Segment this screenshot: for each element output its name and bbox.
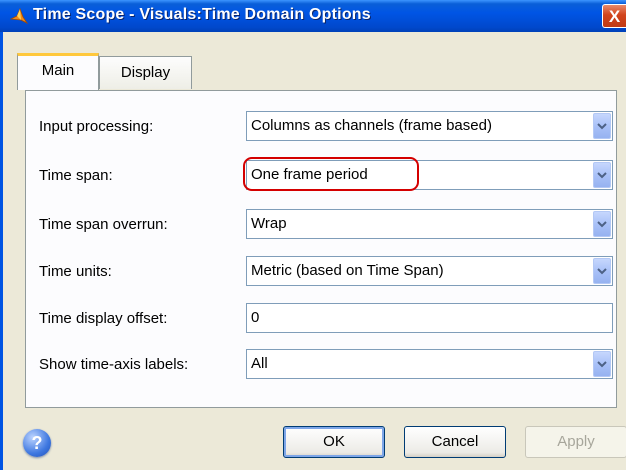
button-bar: ? OK Cancel Apply <box>3 426 626 470</box>
time-span-overrun-value: Wrap <box>251 215 287 232</box>
help-icon[interactable]: ? <box>23 429 51 457</box>
row-time-units: Time units: Metric (based on Time Span) <box>26 256 616 290</box>
row-time-span-overrun: Time span overrun: Wrap <box>26 209 616 243</box>
window-title: Time Scope - Visuals:Time Domain Options <box>33 6 371 23</box>
chevron-down-icon[interactable] <box>593 351 611 377</box>
time-display-offset-value: 0 <box>251 309 260 326</box>
show-time-axis-labels-label: Show time-axis labels: <box>39 356 189 373</box>
time-span-overrun-label: Time span overrun: <box>39 216 168 233</box>
chevron-down-icon[interactable] <box>593 162 611 188</box>
show-time-axis-labels-value: All <box>251 355 268 372</box>
cancel-button[interactable]: Cancel <box>404 426 506 458</box>
time-units-value: Metric (based on Time Span) <box>251 262 444 279</box>
time-units-dropdown[interactable]: Metric (based on Time Span) <box>246 256 613 286</box>
chevron-down-icon[interactable] <box>593 113 611 139</box>
tab-main[interactable]: Main <box>17 53 99 90</box>
ok-button[interactable]: OK <box>283 426 385 458</box>
highlight-annotation <box>243 157 419 191</box>
close-icon: X <box>608 7 621 26</box>
input-processing-dropdown[interactable]: Columns as channels (frame based) <box>246 111 613 141</box>
show-time-axis-labels-dropdown[interactable]: All <box>246 349 613 379</box>
tab-display[interactable]: Display <box>99 56 192 89</box>
chevron-down-icon[interactable] <box>593 258 611 284</box>
row-input-processing: Input processing: Columns as channels (f… <box>26 111 616 145</box>
close-button[interactable]: X <box>602 4 626 28</box>
row-time-span: Time span: One frame period <box>26 157 616 194</box>
matlab-logo-icon <box>10 7 28 24</box>
time-display-offset-input[interactable]: 0 <box>246 303 613 333</box>
time-units-label: Time units: <box>39 263 112 280</box>
title-bar[interactable]: Time Scope - Visuals:Time Domain Options… <box>0 0 626 32</box>
apply-button[interactable]: Apply <box>525 426 626 458</box>
dialog-window: Time Scope - Visuals:Time Domain Options… <box>0 0 626 470</box>
main-panel: Input processing: Columns as channels (f… <box>25 90 617 408</box>
row-time-display-offset: Time display offset: 0 <box>26 303 616 337</box>
input-processing-value: Columns as channels (frame based) <box>251 117 492 134</box>
time-span-overrun-dropdown[interactable]: Wrap <box>246 209 613 239</box>
input-processing-label: Input processing: <box>39 118 154 135</box>
chevron-down-icon[interactable] <box>593 211 611 237</box>
row-show-time-axis-labels: Show time-axis labels: All <box>26 349 616 383</box>
time-span-label: Time span: <box>39 167 113 184</box>
time-display-offset-label: Time display offset: <box>39 310 168 327</box>
